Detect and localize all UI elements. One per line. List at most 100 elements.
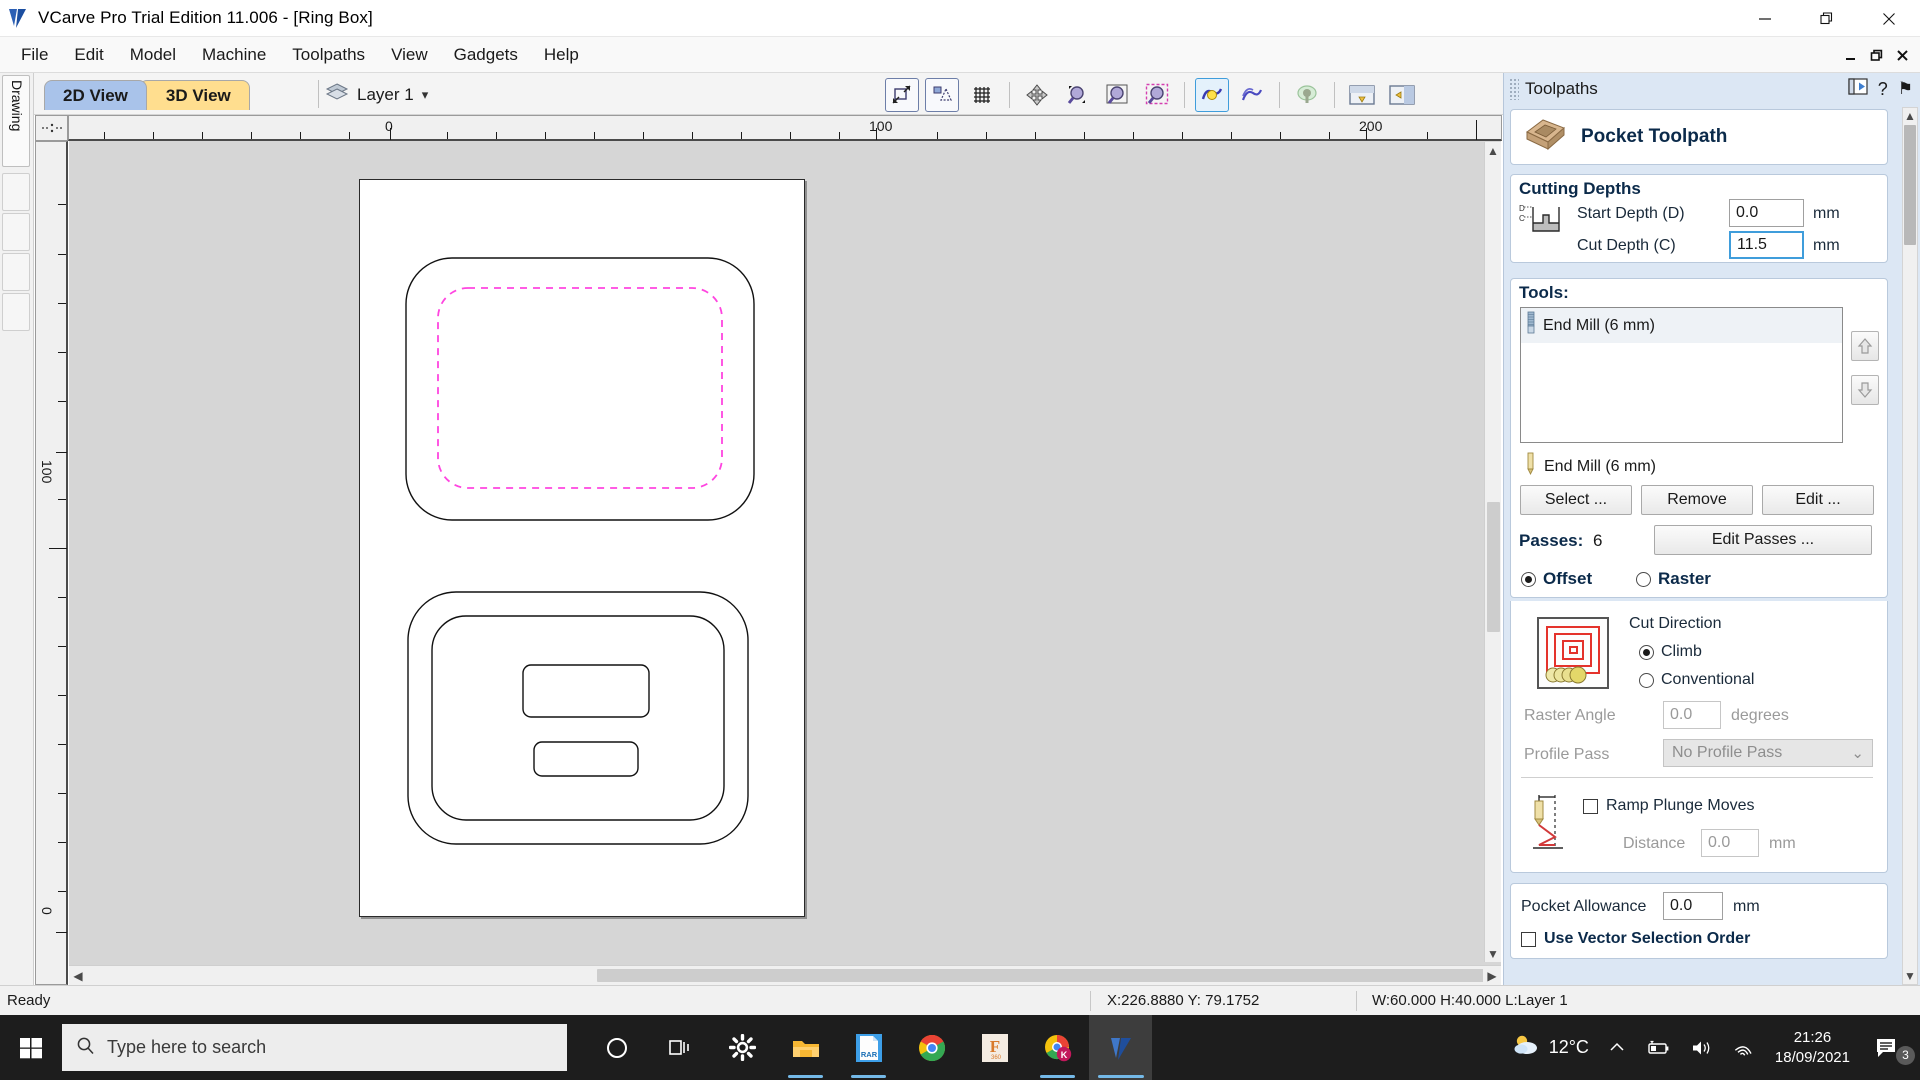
window-close-button[interactable] xyxy=(1858,0,1920,37)
raster-radio[interactable] xyxy=(1636,571,1651,587)
pin-panel-icon[interactable]: ⚑ xyxy=(1898,79,1913,99)
menu-machine[interactable]: Machine xyxy=(189,40,279,70)
use-vector-order-checkbox[interactable] xyxy=(1521,931,1536,947)
window-minimize-button[interactable] xyxy=(1734,0,1796,37)
menu-gadgets[interactable]: Gadgets xyxy=(441,40,531,70)
menu-toolpaths[interactable]: Toolpaths xyxy=(279,40,378,70)
zoom-extents-icon[interactable] xyxy=(1060,78,1094,112)
scroll-up-icon[interactable]: ▲ xyxy=(1485,142,1501,159)
sidebar-box-4[interactable] xyxy=(2,293,30,331)
zoom-selected-icon[interactable] xyxy=(1140,78,1174,112)
window-restore-button[interactable] xyxy=(1796,0,1858,37)
zoom-to-drawing-icon[interactable] xyxy=(885,78,919,112)
start-depth-input[interactable]: 0.0 xyxy=(1729,199,1804,227)
panel-layout-horizontal-icon[interactable] xyxy=(1345,78,1379,112)
panel-grip-icon[interactable] xyxy=(1509,78,1519,100)
sidebar-box-1[interactable] xyxy=(2,173,30,211)
taskbar-clock[interactable]: 21:26 18/09/2021 xyxy=(1765,1028,1860,1068)
menu-view[interactable]: View xyxy=(378,40,441,70)
sidebar-tab-drawing[interactable]: Drawing xyxy=(2,75,30,167)
chevron-down-icon[interactable]: ▾ xyxy=(422,87,429,103)
cut-depth-input[interactable]: 11.5 xyxy=(1729,231,1804,259)
climb-radio[interactable] xyxy=(1639,644,1654,660)
fusion360-icon[interactable]: F 360 xyxy=(963,1015,1026,1080)
tool-move-down-button[interactable] xyxy=(1851,375,1879,405)
tab-2d-view[interactable]: 2D View xyxy=(44,80,147,110)
use-vector-order-row[interactable]: Use Vector Selection Order xyxy=(1521,930,1750,948)
zoom-box-icon[interactable] xyxy=(1100,78,1134,112)
dock-panel-icon[interactable] xyxy=(1848,78,1868,100)
wifi-icon[interactable] xyxy=(1723,1039,1765,1057)
cortana-icon[interactable] xyxy=(585,1015,648,1080)
panel-layout-vertical-icon[interactable] xyxy=(1385,78,1419,112)
horizontal-ruler[interactable]: 0 100 200 xyxy=(68,115,1502,141)
menu-file[interactable]: File xyxy=(8,40,61,70)
vector-drawing[interactable] xyxy=(360,180,806,918)
chrome-kotlin-icon[interactable]: K xyxy=(1026,1015,1089,1080)
battery-charging-icon[interactable] xyxy=(1635,1040,1681,1056)
profile-pass-select[interactable]: No Profile Pass ⌄ xyxy=(1663,739,1873,767)
panel-scroll-down-icon[interactable]: ▼ xyxy=(1903,968,1917,984)
offset-radio-row[interactable]: Offset xyxy=(1521,569,1592,589)
file-explorer-icon[interactable] xyxy=(774,1015,837,1080)
viewport-vertical-scrollbar[interactable]: ▲ ▼ xyxy=(1484,142,1501,962)
edit-passes-button[interactable]: Edit Passes ... xyxy=(1654,525,1872,555)
conventional-radio[interactable] xyxy=(1639,672,1654,688)
climb-radio-row[interactable]: Climb xyxy=(1639,643,1702,661)
ruler-origin-button[interactable] xyxy=(35,115,68,141)
chrome-icon[interactable] xyxy=(900,1015,963,1080)
scroll-left-icon[interactable]: ◀ xyxy=(69,966,87,985)
toggle-grid-icon[interactable] xyxy=(965,78,999,112)
vcarve-pro-icon[interactable] xyxy=(1089,1015,1152,1080)
tool-remove-button[interactable]: Remove xyxy=(1641,485,1753,515)
tab-3d-view[interactable]: 3D View xyxy=(138,80,250,110)
layer-selector[interactable]: Layer 1 ▾ xyxy=(325,82,428,107)
ramp-distance-input[interactable]: 0.0 xyxy=(1701,829,1759,857)
3d-model-icon[interactable] xyxy=(1290,78,1324,112)
zoom-to-selection-icon[interactable] xyxy=(925,78,959,112)
panel-scroll-up-icon[interactable]: ▲ xyxy=(1903,108,1917,124)
tool-list-item[interactable]: End Mill (6 mm) xyxy=(1521,308,1842,343)
winrar-icon[interactable]: RAR xyxy=(837,1015,900,1080)
notifications-icon[interactable]: 3 xyxy=(1864,1037,1915,1065)
tool-edit-button[interactable]: Edit ... xyxy=(1762,485,1874,515)
offset-radio[interactable] xyxy=(1521,571,1536,587)
settings-gear-icon[interactable] xyxy=(711,1015,774,1080)
vertical-ruler[interactable]: 100 0 xyxy=(35,141,68,985)
weather-widget[interactable]: 12°C xyxy=(1501,1033,1599,1062)
material-sheet[interactable] xyxy=(359,179,805,917)
toolpath-preview-icon[interactable] xyxy=(1195,78,1229,112)
pan-view-icon[interactable] xyxy=(1020,78,1054,112)
pocket-allowance-input[interactable]: 0.0 xyxy=(1663,892,1723,920)
mdi-close-button[interactable] xyxy=(1890,43,1914,67)
menu-help[interactable]: Help xyxy=(531,40,592,70)
raster-angle-input[interactable]: 0.0 xyxy=(1663,701,1721,729)
ramp-plunge-checkbox-row[interactable]: Ramp Plunge Moves xyxy=(1583,797,1755,815)
help-icon[interactable]: ? xyxy=(1878,79,1888,100)
windows-start-icon[interactable] xyxy=(0,1015,62,1080)
mdi-minimize-button[interactable] xyxy=(1838,43,1862,67)
conventional-radio-row[interactable]: Conventional xyxy=(1639,671,1754,689)
volume-icon[interactable] xyxy=(1681,1039,1723,1057)
menu-edit[interactable]: Edit xyxy=(61,40,116,70)
show-hidden-icons-button[interactable] xyxy=(1599,1041,1635,1055)
toolpaths-panel-scrollbar[interactable]: ▲ ▼ xyxy=(1902,107,1918,985)
menu-model[interactable]: Model xyxy=(117,40,189,70)
scroll-right-icon[interactable]: ▶ xyxy=(1483,966,1501,985)
viewport-horizontal-scrollbar[interactable]: ◀ ▶ xyxy=(69,965,1501,985)
hscroll-thumb[interactable] xyxy=(597,969,1497,982)
search-input[interactable]: Type here to search xyxy=(62,1024,567,1071)
toolpath-list-icon[interactable] xyxy=(1235,78,1269,112)
tool-move-up-button[interactable] xyxy=(1851,331,1879,361)
panel-scroll-thumb[interactable] xyxy=(1904,125,1916,245)
design-viewport[interactable] xyxy=(69,141,1501,985)
scroll-down-icon[interactable]: ▼ xyxy=(1485,945,1501,962)
vscroll-thumb[interactable] xyxy=(1487,502,1500,632)
raster-radio-row[interactable]: Raster xyxy=(1636,569,1711,589)
tool-select-button[interactable]: Select ... xyxy=(1520,485,1632,515)
tool-list[interactable]: End Mill (6 mm) xyxy=(1520,307,1843,443)
ramp-plunge-checkbox[interactable] xyxy=(1583,798,1598,814)
sidebar-box-3[interactable] xyxy=(2,253,30,291)
sidebar-box-2[interactable] xyxy=(2,213,30,251)
mdi-restore-button[interactable] xyxy=(1864,43,1888,67)
